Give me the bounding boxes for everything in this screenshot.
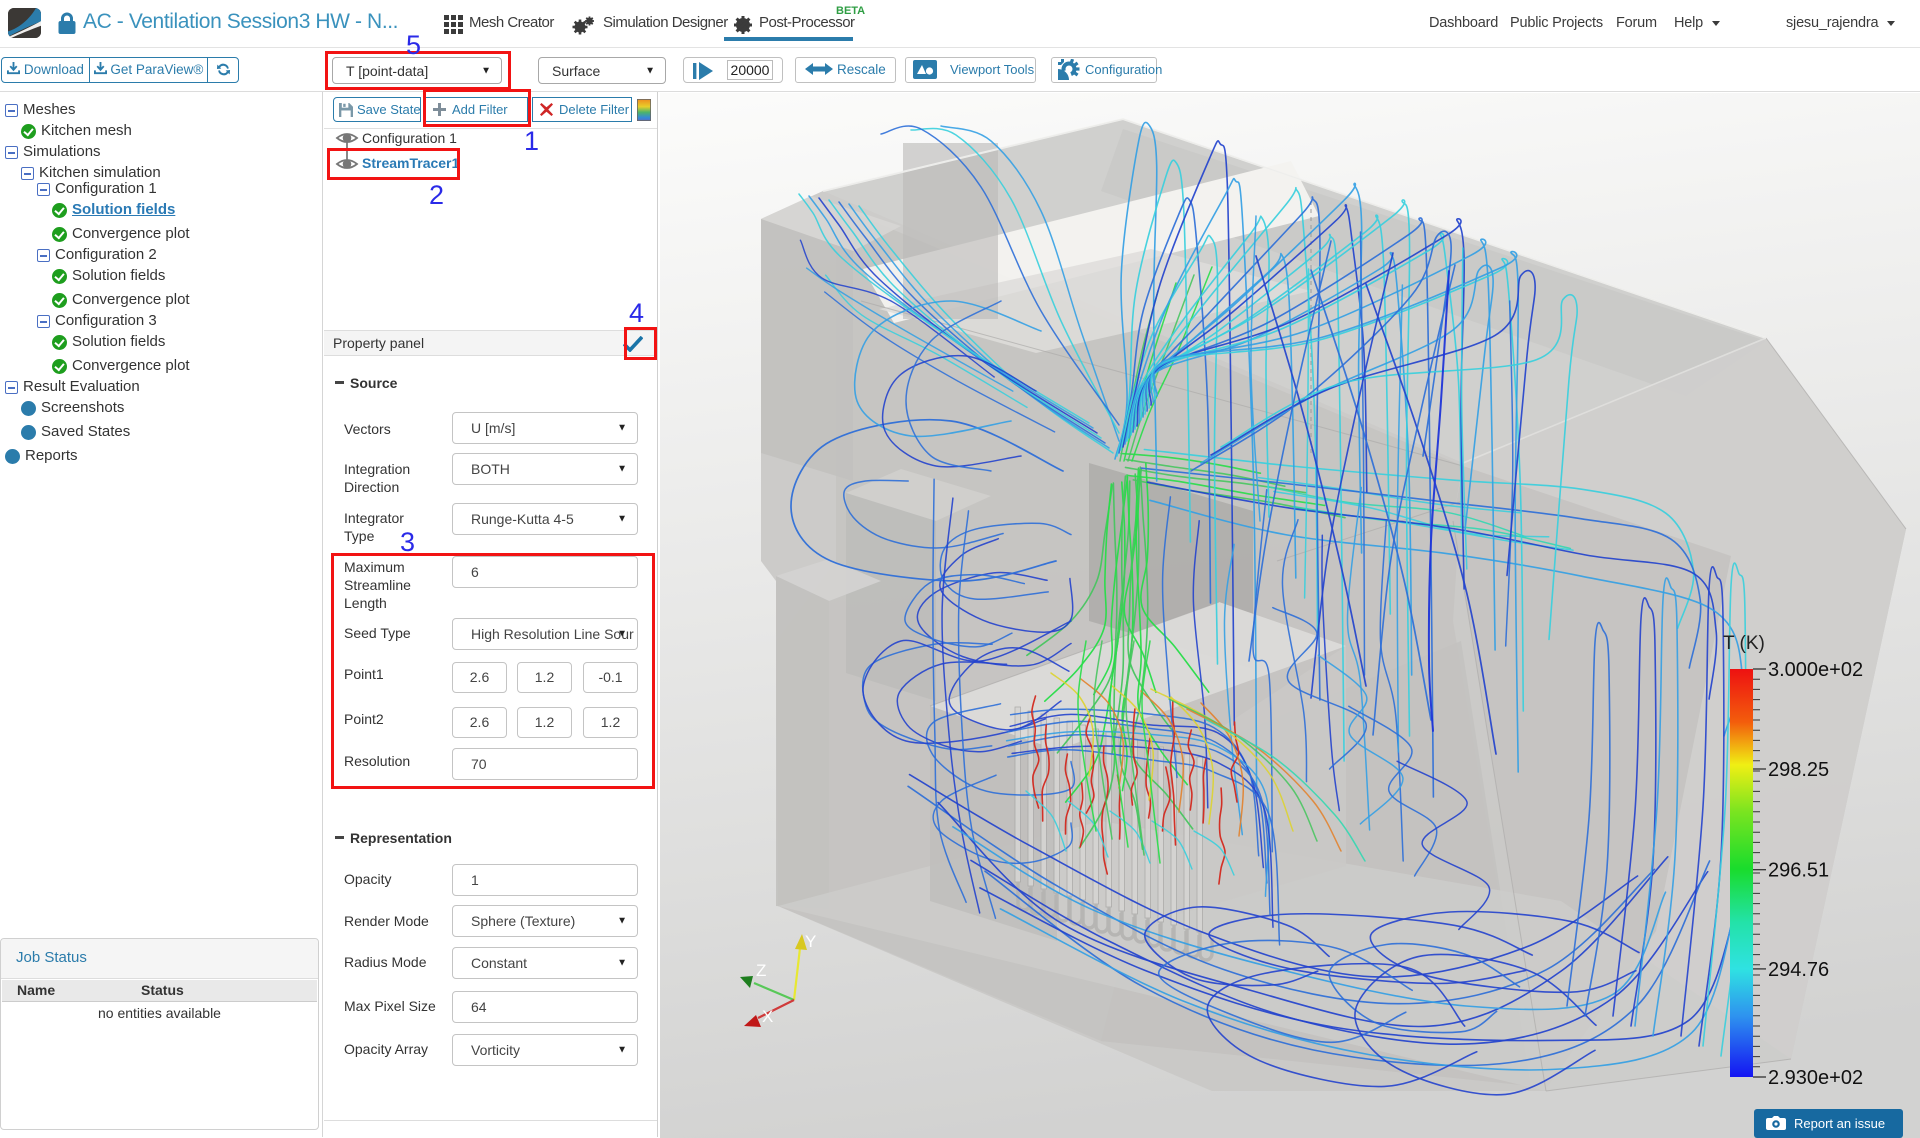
svg-text:296.51: 296.51 [1768,860,1829,882]
svg-text:Y: Y [805,932,816,951]
svg-text:T (K): T (K) [1723,633,1765,654]
svg-text:294.76: 294.76 [1768,959,1829,981]
svg-text:2.930e+02: 2.930e+02 [1768,1067,1863,1089]
svg-text:3.000e+02: 3.000e+02 [1768,659,1863,681]
svg-text:X: X [762,1007,773,1026]
svg-text:298.25: 298.25 [1768,759,1829,781]
svg-text:Z: Z [756,961,766,980]
